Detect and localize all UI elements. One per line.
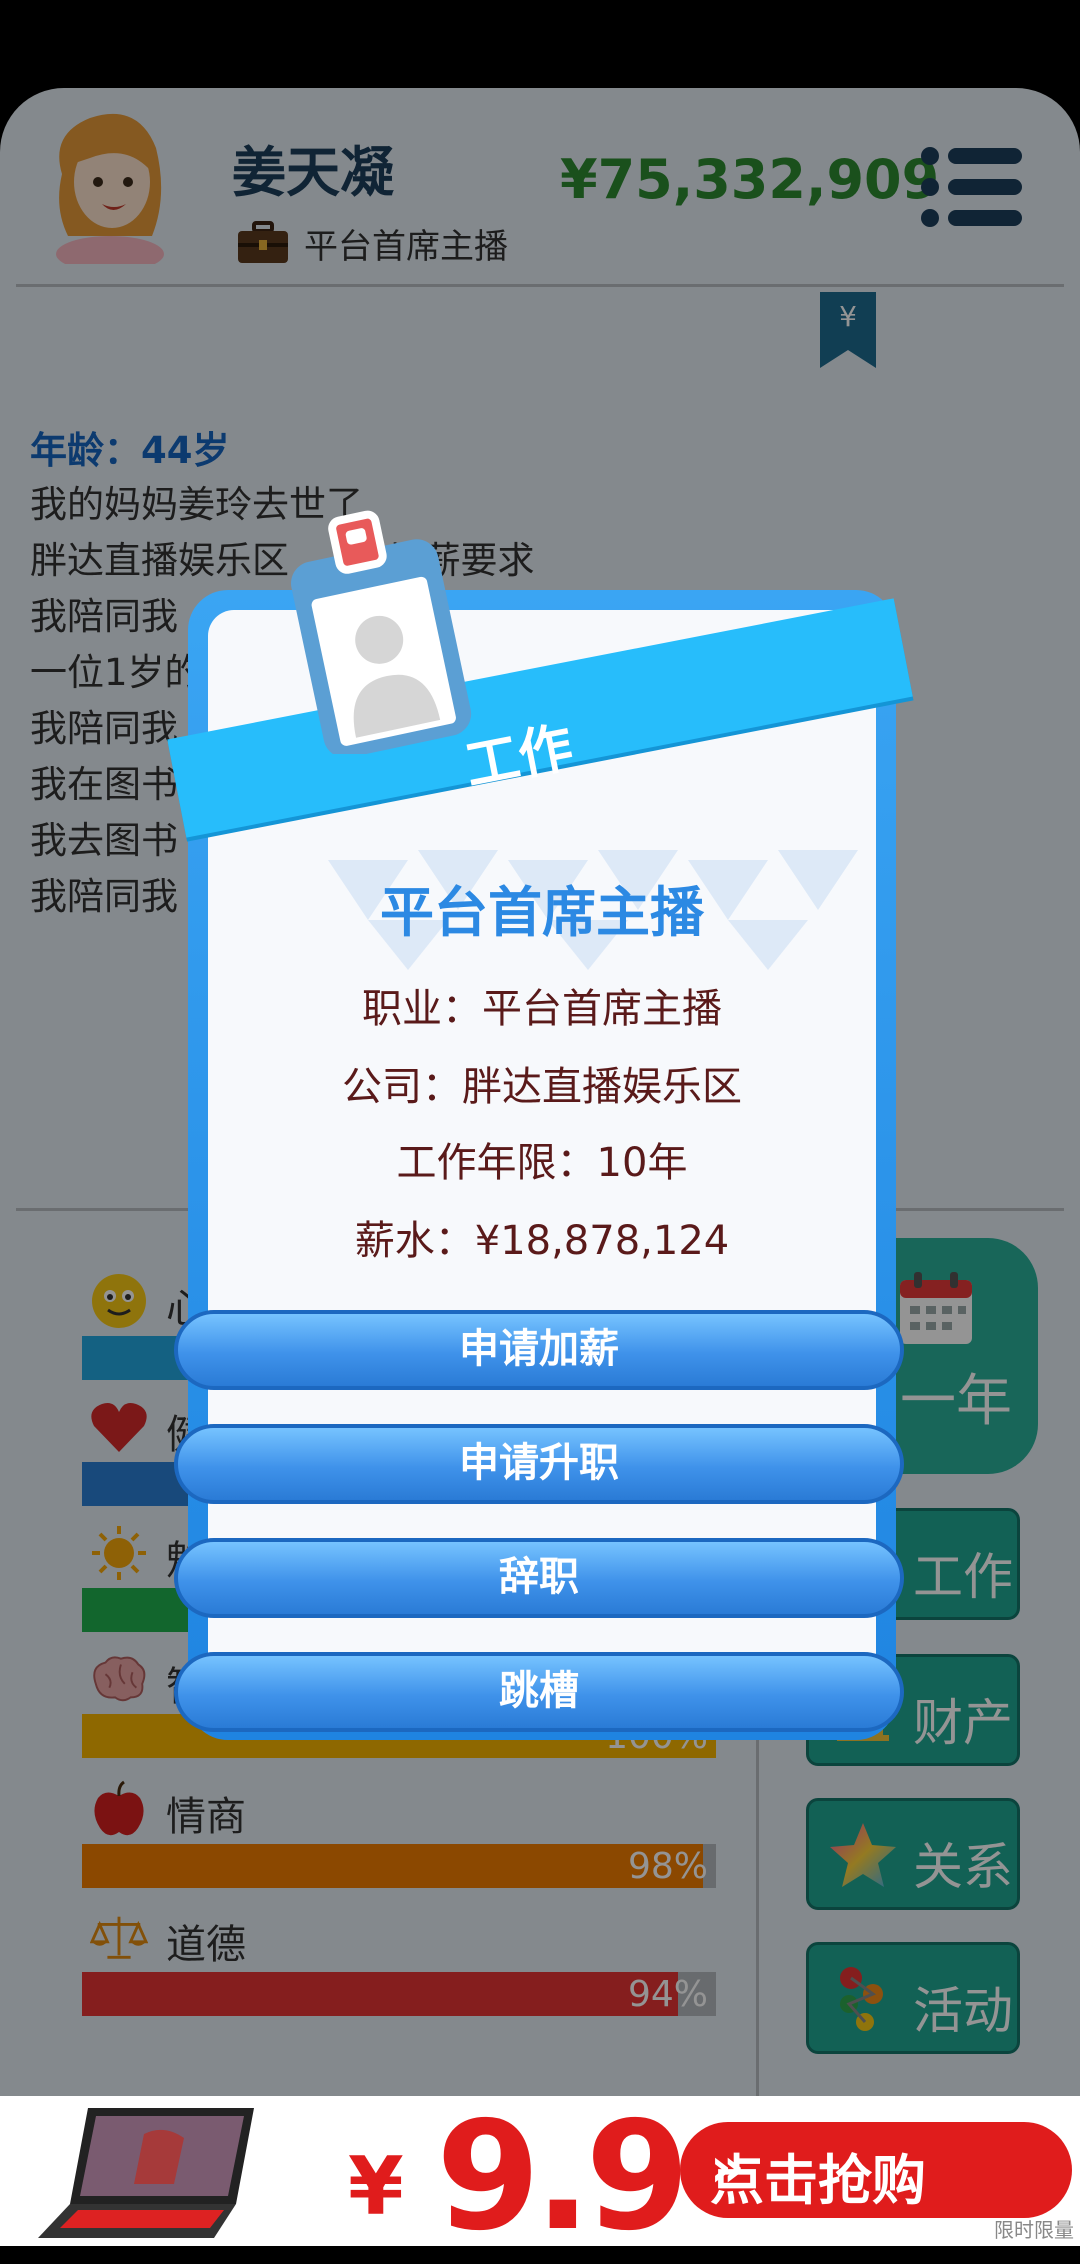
resign-button[interactable]: 辞职 xyxy=(174,1538,904,1618)
switch-job-button[interactable]: 跳槽 xyxy=(174,1652,904,1732)
occupation-info: 职业：平台首席主播 xyxy=(362,986,722,1032)
company-info: 公司：胖达直播娱乐区 xyxy=(342,1064,742,1110)
buy-now-button[interactable]: 点击抢购 » xyxy=(680,2122,1072,2218)
ad-limit-text: 限时限量 xyxy=(994,2218,1074,2242)
double-arrow-icon: » xyxy=(710,2136,745,2199)
salary-info: 薪水：¥18,878,124 xyxy=(354,1218,730,1264)
ad-banner[interactable]: ¥ 9.9 点击抢购 » 限时限量 xyxy=(0,2090,1080,2264)
years-info: 工作年限：10年 xyxy=(396,1140,688,1186)
laptop-image xyxy=(38,2108,254,2238)
ad-price: 9.9 xyxy=(436,2090,690,2264)
ad-yen: ¥ xyxy=(348,2140,404,2233)
request-raise-button[interactable]: 申请加薪 xyxy=(174,1310,904,1390)
id-badge-icon xyxy=(291,510,472,754)
modal-job-title: 平台首席主播 xyxy=(380,881,704,944)
request-promotion-button[interactable]: 申请升职 xyxy=(174,1424,904,1504)
